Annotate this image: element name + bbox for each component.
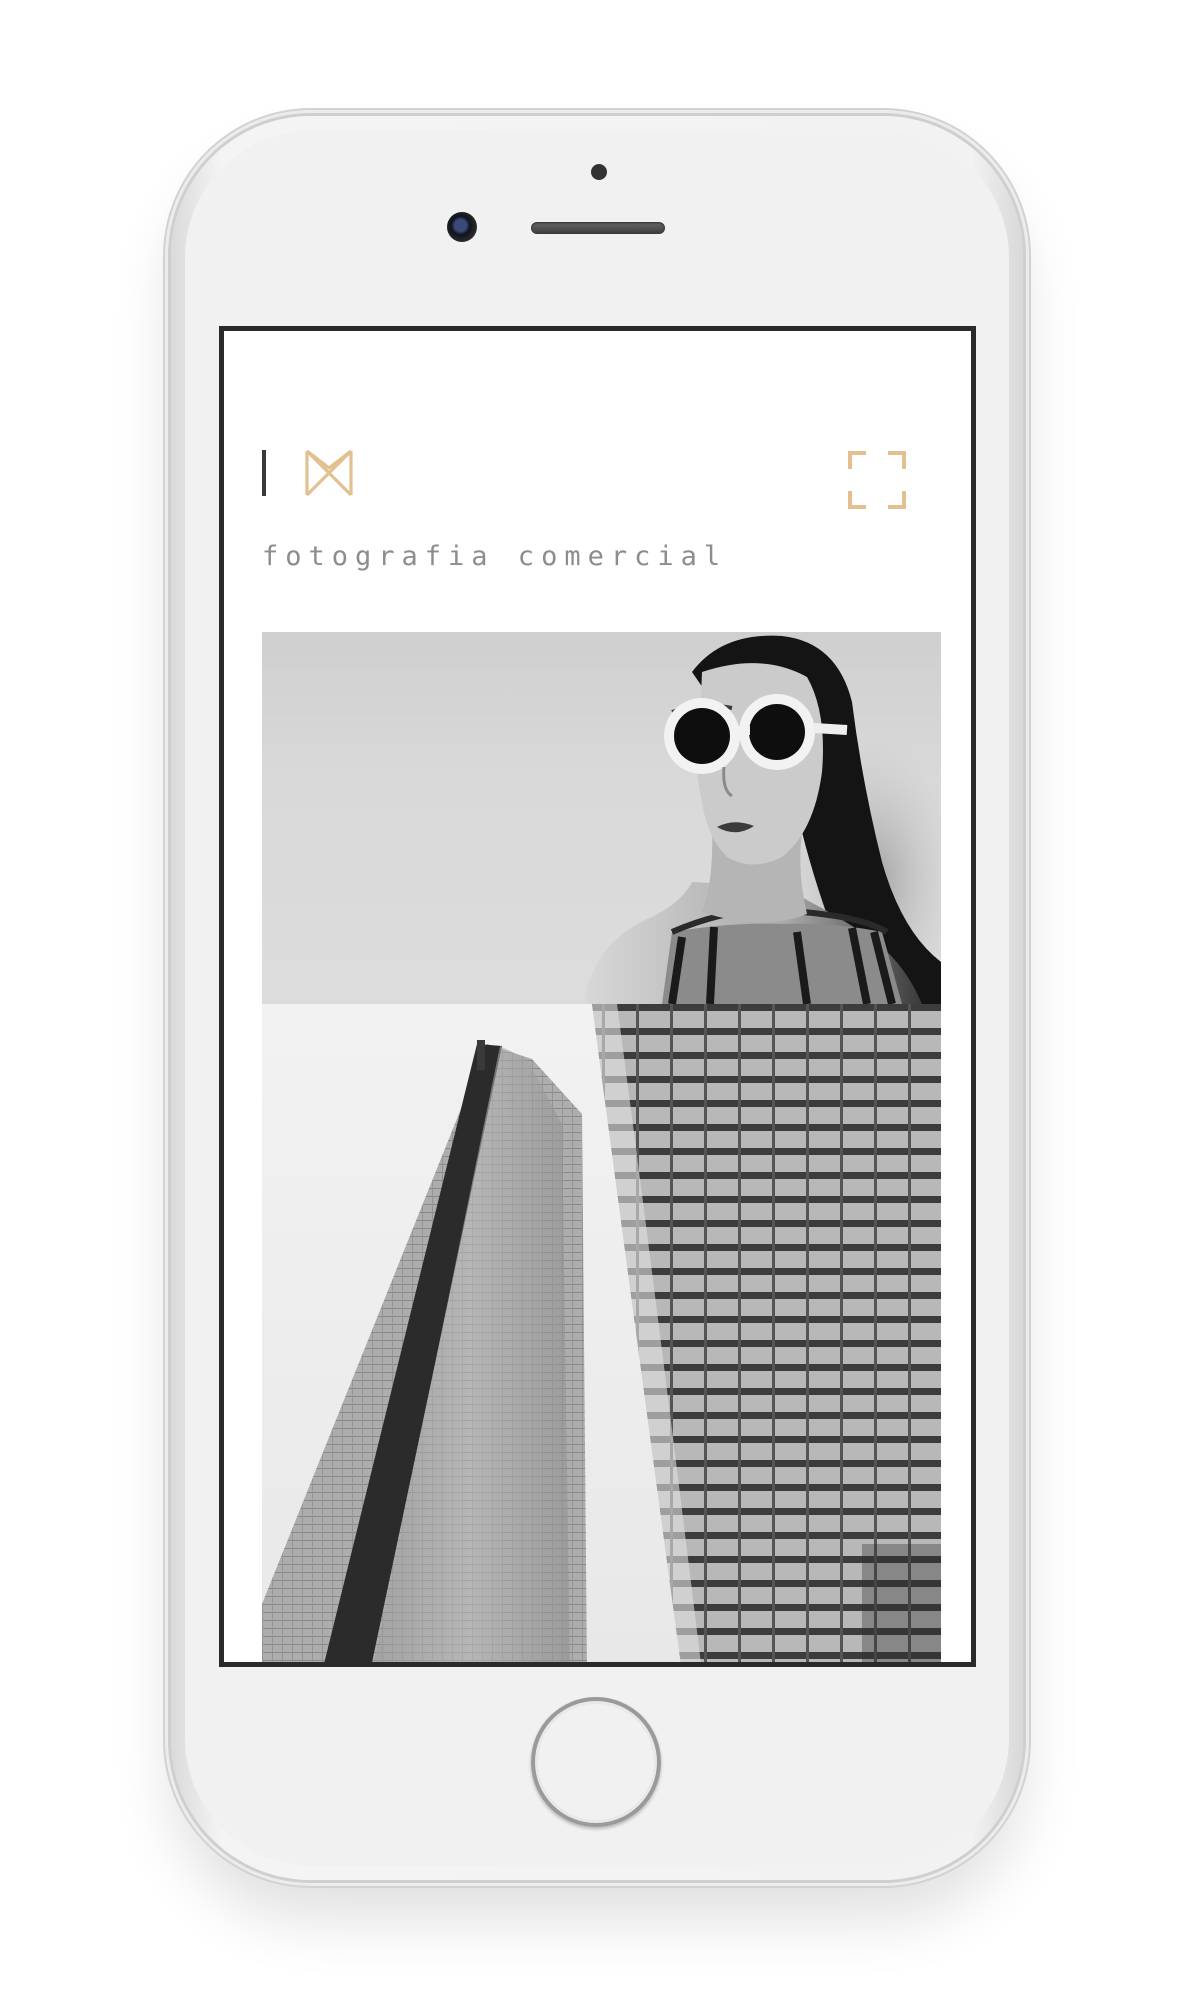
proximity-sensor (591, 164, 607, 180)
fullscreen-expand-icon[interactable] (848, 451, 906, 509)
gallery-photo-portrait[interactable] (262, 632, 941, 1004)
bowtie-monogram-icon (304, 448, 354, 498)
tagline: fotografia comercial (262, 541, 728, 572)
earpiece-speaker (531, 222, 665, 234)
front-camera-icon (447, 212, 477, 242)
logo-bar (262, 450, 266, 496)
power-button (1022, 488, 1030, 618)
brand-logo[interactable] (262, 448, 354, 498)
device-mockup: fotografia comercial (0, 0, 1193, 1997)
gallery-photo-skyscrapers[interactable] (262, 1004, 941, 1662)
home-button[interactable] (531, 1697, 661, 1827)
phone-screen: fotografia comercial (219, 326, 976, 1667)
